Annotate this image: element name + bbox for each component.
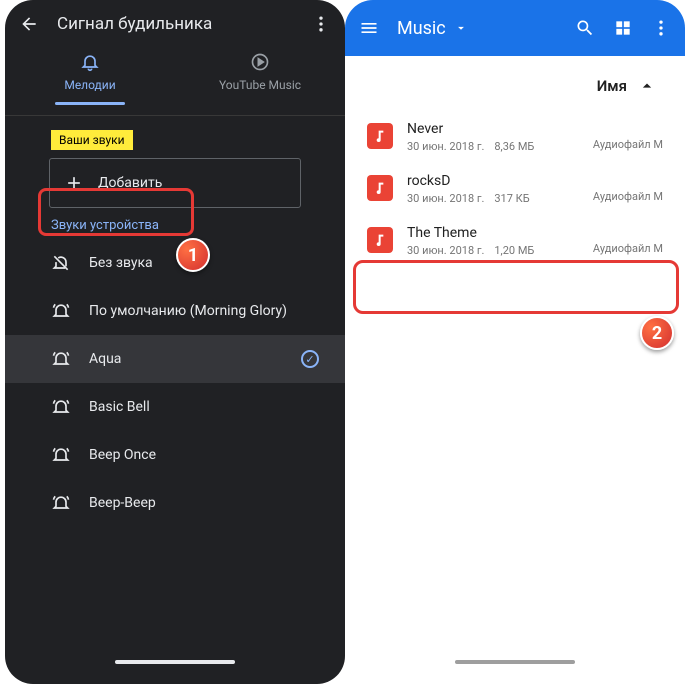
bell-off-icon bbox=[51, 253, 71, 273]
play-circle-icon bbox=[250, 52, 270, 72]
file-date: 30 июн. 2018 г. bbox=[407, 140, 484, 153]
sound-item-aqua[interactable]: Aqua ✓ bbox=[5, 335, 345, 383]
sound-label: Basic Bell bbox=[89, 399, 327, 415]
device-sounds-link[interactable]: Звуки устройства bbox=[51, 218, 345, 233]
file-date: 30 июн. 2018 г. bbox=[407, 244, 484, 257]
file-size: 8,36 МБ bbox=[494, 140, 534, 153]
chevron-down-icon bbox=[454, 21, 468, 35]
plus-icon bbox=[64, 173, 84, 193]
add-label: Добавить bbox=[98, 175, 162, 191]
file-type: Аудиофайл M bbox=[593, 138, 663, 151]
search-icon[interactable] bbox=[575, 18, 595, 38]
file-picker-screen: Music Имя Never bbox=[345, 0, 685, 684]
android-navbar bbox=[5, 640, 345, 684]
bell-icon bbox=[80, 52, 100, 72]
sound-label: Beep Once bbox=[89, 447, 327, 463]
sound-item-basic-bell[interactable]: Basic Bell bbox=[5, 383, 345, 431]
bell-ring-icon bbox=[51, 397, 71, 417]
file-item[interactable]: The Theme 30 июн. 2018 г. 1,20 МБ Аудиоф… bbox=[345, 215, 685, 267]
audio-file-icon bbox=[367, 175, 393, 201]
your-sounds-label: Ваши звуки bbox=[51, 130, 133, 150]
sound-label: Aqua bbox=[89, 351, 283, 367]
audio-file-icon bbox=[367, 227, 393, 253]
tab-melodies[interactable]: Мелодии bbox=[5, 44, 175, 115]
sort-label: Имя bbox=[597, 77, 627, 95]
folder-title[interactable]: Music bbox=[397, 18, 557, 39]
callout-badge-2: 2 bbox=[640, 316, 674, 350]
bell-ring-icon bbox=[51, 445, 71, 465]
file-item[interactable]: Never 30 июн. 2018 г. 8,36 МБ Аудиофайл … bbox=[345, 111, 685, 163]
sound-item-beep-once[interactable]: Beep Once bbox=[5, 431, 345, 479]
more-icon[interactable] bbox=[651, 18, 671, 38]
sound-item-default[interactable]: По умолчанию (Morning Glory) bbox=[5, 287, 345, 335]
header-left: Сигнал будильника bbox=[5, 0, 345, 44]
page-title: Сигнал будильника bbox=[57, 14, 293, 34]
bell-ring-icon bbox=[51, 301, 71, 321]
sound-label: По умолчанию (Morning Glory) bbox=[89, 303, 327, 319]
file-name: The Theme bbox=[407, 225, 579, 241]
file-type: Аудиофайл M bbox=[593, 242, 663, 255]
add-button[interactable]: Добавить bbox=[49, 158, 301, 208]
sound-label: Beep-Beep bbox=[89, 495, 327, 511]
bell-ring-icon bbox=[51, 493, 71, 513]
tab-label: YouTube Music bbox=[219, 78, 301, 92]
sound-item-beep-beep[interactable]: Beep-Beep bbox=[5, 479, 345, 527]
file-name: Never bbox=[407, 121, 579, 137]
file-date: 30 июн. 2018 г. bbox=[407, 192, 484, 205]
tab-label: Мелодии bbox=[64, 78, 115, 92]
bell-ring-icon bbox=[51, 349, 71, 369]
sort-row[interactable]: Имя bbox=[345, 56, 685, 111]
file-name: rocksD bbox=[407, 173, 579, 189]
tab-youtube-music[interactable]: YouTube Music bbox=[175, 44, 345, 115]
sound-item-mute[interactable]: Без звука bbox=[5, 239, 345, 287]
check-icon: ✓ bbox=[301, 350, 319, 368]
more-icon[interactable] bbox=[311, 14, 331, 34]
audio-file-icon bbox=[367, 123, 393, 149]
android-navbar bbox=[345, 640, 685, 684]
file-type: Аудиофайл M bbox=[593, 190, 663, 203]
alarm-sound-screen: Сигнал будильника Мелодии YouTube Music … bbox=[5, 0, 345, 684]
file-size: 317 КБ bbox=[494, 192, 529, 205]
callout-badge-1: 1 bbox=[176, 238, 210, 272]
file-item[interactable]: rocksD 30 июн. 2018 г. 317 КБ Аудиофайл … bbox=[345, 163, 685, 215]
back-icon[interactable] bbox=[19, 14, 39, 34]
menu-icon[interactable] bbox=[359, 18, 379, 38]
tabs: Мелодии YouTube Music bbox=[5, 44, 345, 116]
file-size: 1,20 МБ bbox=[494, 244, 534, 257]
chevron-up-icon bbox=[637, 76, 657, 96]
grid-view-icon[interactable] bbox=[613, 18, 633, 38]
header-right: Music bbox=[345, 0, 685, 56]
